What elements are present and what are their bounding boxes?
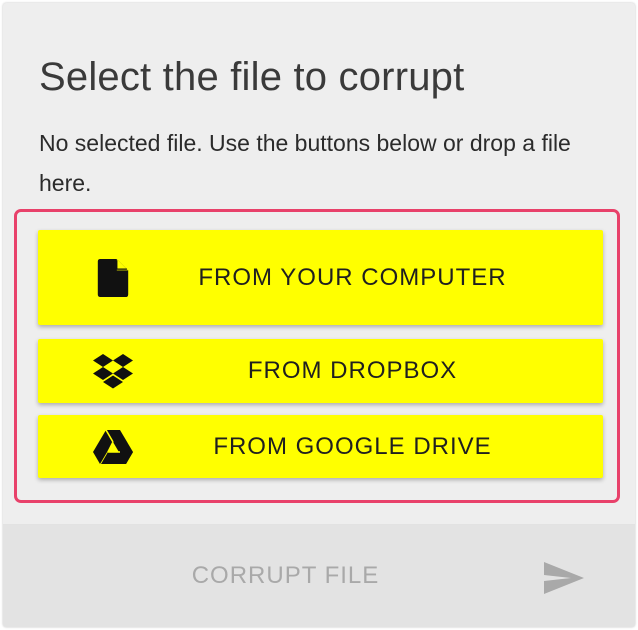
panel-description: No selected file. Use the buttons below … (39, 130, 571, 196)
from-computer-button[interactable]: FROM YOUR COMPUTER (38, 230, 603, 325)
panel-title: Select the file to corrupt (39, 55, 465, 99)
from-google-drive-label: FROM GOOGLE DRIVE (213, 432, 492, 460)
action-footer: CORRUPT FILE (3, 525, 635, 627)
from-google-drive-button[interactable]: FROM GOOGLE DRIVE (38, 415, 603, 478)
from-dropbox-button[interactable]: FROM DROPBOX (38, 339, 603, 403)
send-icon (544, 562, 584, 594)
from-dropbox-label: FROM DROPBOX (247, 357, 458, 384)
from-computer-label: FROM YOUR COMPUTER (198, 263, 507, 291)
corrupt-file-label: CORRUPT FILE (191, 562, 380, 589)
corrupt-file-panel[interactable]: Select the file to corrupt No selected f… (3, 3, 635, 627)
corrupt-file-button[interactable]: CORRUPT FILE (3, 525, 635, 627)
